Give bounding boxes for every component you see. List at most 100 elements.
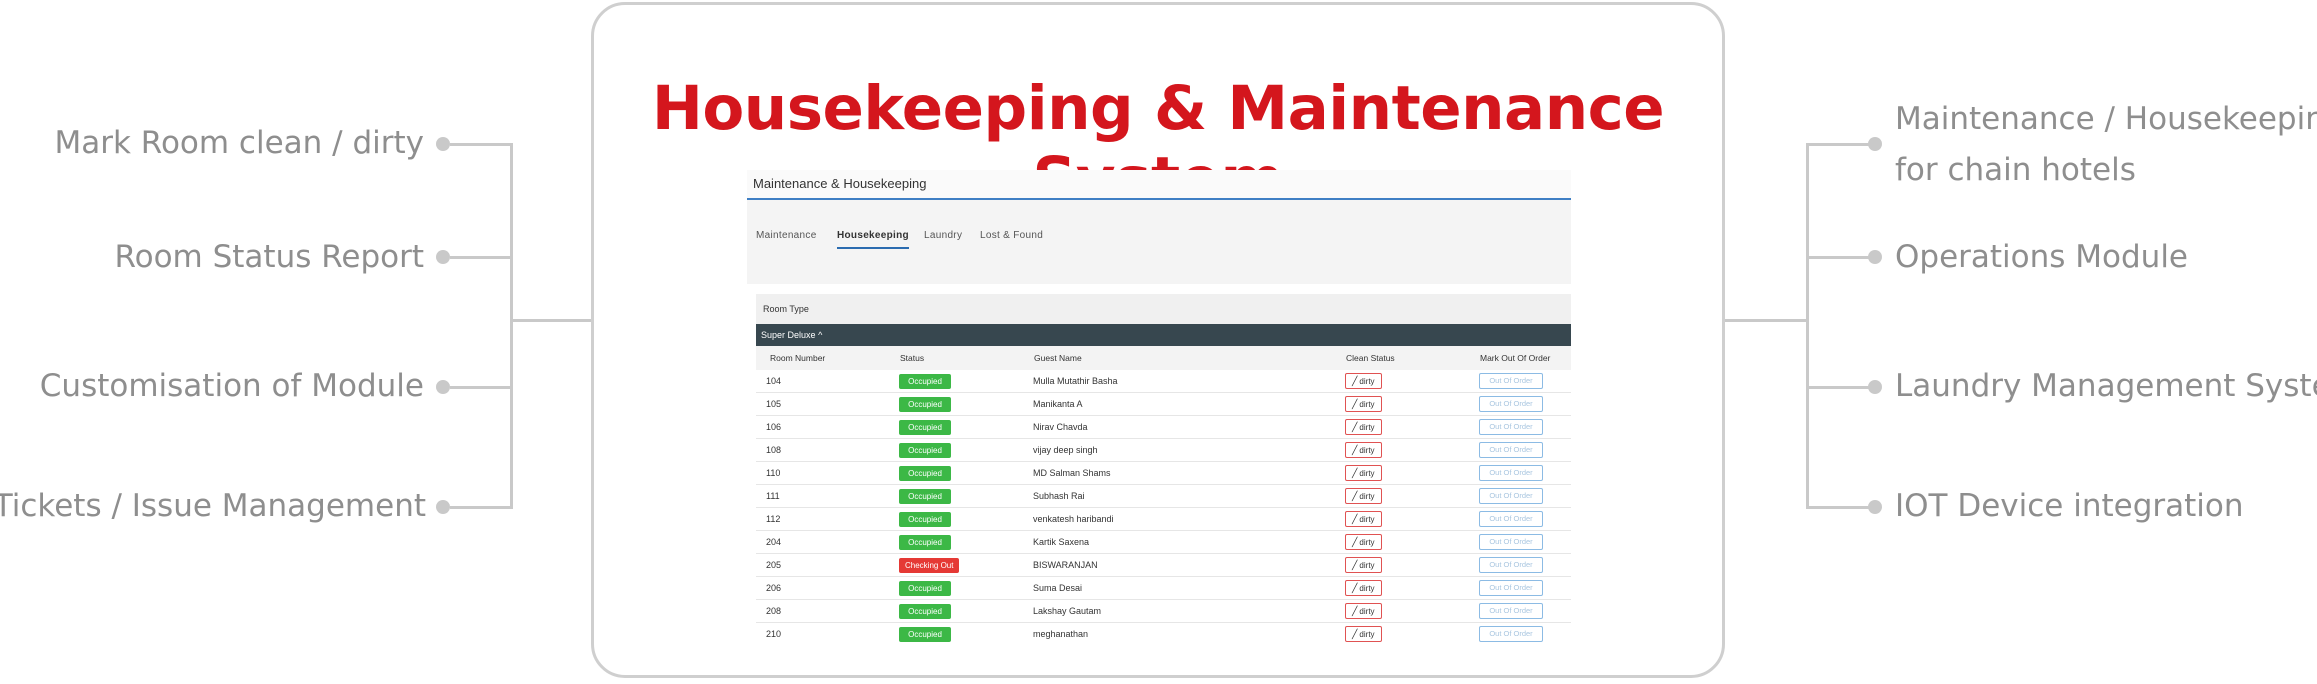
guest-name: Suma Desai — [1033, 576, 1345, 600]
clean-status-button[interactable]: ╱ dirty — [1345, 557, 1382, 573]
feature-chain-hotels-line2: for chain hotels — [1895, 152, 2136, 188]
clean-status-button[interactable]: ╱ dirty — [1345, 465, 1382, 481]
connector-dot — [1868, 137, 1882, 151]
clean-status-label: dirty — [1359, 377, 1375, 386]
clean-status-button[interactable]: ╱ dirty — [1345, 626, 1382, 642]
clean-status-label: dirty — [1359, 561, 1375, 570]
status-badge: Occupied — [899, 488, 951, 504]
broom-icon: ╱ — [1352, 606, 1358, 616]
tab-lost-found[interactable]: Lost & Found — [980, 230, 1043, 241]
out-of-order-button[interactable]: Out Of Order — [1479, 603, 1543, 619]
out-of-order-button[interactable]: Out Of Order — [1479, 396, 1543, 412]
clean-status-button[interactable]: ╱ dirty — [1345, 534, 1382, 550]
tab-housekeeping[interactable]: Housekeeping — [837, 230, 909, 249]
col-room-number: Room Number — [770, 353, 826, 363]
guest-name: Manikanta A — [1033, 392, 1345, 416]
broom-icon: ╱ — [1352, 560, 1358, 570]
table-row: 108 Occupied vijay deep singh ╱ dirty Out Of … — [756, 438, 1571, 462]
connector-line — [1806, 143, 1809, 509]
broom-icon: ╱ — [1352, 445, 1358, 455]
clean-status-button[interactable]: ╱ dirty — [1345, 396, 1382, 412]
col-status: Status — [900, 353, 925, 363]
guest-name: Lakshay Gautam — [1033, 599, 1345, 623]
room-number: 104 — [756, 370, 899, 393]
feature-room-status-report: Room Status Report — [114, 239, 424, 275]
table-row: 105 Occupied Manikanta A ╱ dirty Out Of Order — [756, 392, 1571, 416]
group-label: Super Deluxe — [761, 330, 816, 340]
out-of-order-button[interactable]: Out Of Order — [1479, 534, 1543, 550]
out-of-order-button[interactable]: Out Of Order — [1479, 373, 1543, 389]
out-of-order-button[interactable]: Out Of Order — [1479, 511, 1543, 527]
status-badge: Occupied — [899, 580, 951, 596]
feature-laundry: Laundry Management System — [1895, 368, 2317, 404]
table-row: 106 Occupied Nirav Chavda ╱ dirty Out Of Orde… — [756, 415, 1571, 439]
status-badge: Occupied — [899, 534, 951, 550]
room-number: 208 — [756, 599, 899, 623]
broom-icon: ╱ — [1352, 537, 1358, 547]
clean-status-button[interactable]: ╱ dirty — [1345, 488, 1382, 504]
group-super-deluxe[interactable]: Super Deluxe ^ — [756, 324, 1571, 346]
room-number: 206 — [756, 576, 899, 600]
out-of-order-button[interactable]: Out Of Order — [1479, 419, 1543, 435]
table-row: 204 Occupied Kartik Saxena ╱ dirty Out Of Ord… — [756, 530, 1571, 554]
feature-iot: IOT Device integration — [1895, 488, 2244, 524]
guest-name: Mulla Mutathir Basha — [1033, 370, 1345, 393]
connector-dot — [436, 380, 450, 394]
connector-dot — [436, 137, 450, 151]
clean-status-button[interactable]: ╱ dirty — [1345, 603, 1382, 619]
clean-status-button[interactable]: ╱ dirty — [1345, 442, 1382, 458]
col-clean-status: Clean Status — [1346, 353, 1395, 363]
broom-icon: ╱ — [1352, 422, 1358, 432]
guest-name: meghanathan — [1033, 622, 1345, 644]
col-guest-name: Guest Name — [1034, 353, 1082, 363]
status-badge: Occupied — [899, 419, 951, 435]
tab-laundry[interactable]: Laundry — [924, 230, 962, 241]
clean-status-button[interactable]: ╱ dirty — [1345, 373, 1382, 389]
table-row: 210 Occupied meghanathan ╱ dirty Out Of Order — [756, 622, 1571, 644]
app-title: Maintenance & Housekeeping — [747, 170, 1571, 200]
broom-icon: ╱ — [1352, 514, 1358, 524]
status-badge: Occupied — [899, 511, 951, 527]
out-of-order-button[interactable]: Out Of Order — [1479, 465, 1543, 481]
broom-icon: ╱ — [1352, 491, 1358, 501]
out-of-order-button[interactable]: Out Of Order — [1479, 557, 1543, 573]
connector-line — [450, 506, 512, 509]
out-of-order-button[interactable]: Out Of Order — [1479, 488, 1543, 504]
clean-status-button[interactable]: ╱ dirty — [1345, 419, 1382, 435]
room-number: 210 — [756, 622, 899, 644]
connector-line — [1806, 256, 1870, 259]
clean-status-label: dirty — [1359, 400, 1375, 409]
feature-mark-room: Mark Room clean / dirty — [54, 125, 425, 161]
status-badge: Checking Out — [899, 557, 960, 573]
status-badge: Occupied — [899, 626, 951, 642]
feature-chain-hotels: Maintenance / Housekeeping — [1895, 101, 2317, 137]
out-of-order-button[interactable]: Out Of Order — [1479, 442, 1543, 458]
room-number: 110 — [756, 461, 899, 485]
table-header-row: Room Number Status Guest Name Clean Stat… — [756, 346, 1571, 370]
clean-status-label: dirty — [1359, 446, 1375, 455]
clean-status-button[interactable]: ╱ dirty — [1345, 511, 1382, 527]
clean-status-button[interactable]: ╱ dirty — [1345, 580, 1382, 596]
out-of-order-button[interactable]: Out Of Order — [1479, 626, 1543, 642]
guest-name: vijay deep singh — [1033, 438, 1345, 462]
guest-name: venkatesh haribandi — [1033, 507, 1345, 531]
guest-name: MD Salman Shams — [1033, 461, 1345, 485]
broom-icon: ╱ — [1352, 629, 1358, 639]
feature-customisation: Customisation of Module — [39, 368, 424, 404]
out-of-order-button[interactable]: Out Of Order — [1479, 580, 1543, 596]
chevron-up-icon: ^ — [818, 330, 823, 340]
room-number: 204 — [756, 530, 899, 554]
clean-status-label: dirty — [1359, 469, 1375, 478]
clean-status-label: dirty — [1359, 607, 1375, 616]
table-row: 206 Occupied Suma Desai ╱ dirty Out Of Order — [756, 576, 1571, 600]
connector-line — [1806, 143, 1870, 146]
connector-line — [510, 319, 594, 322]
housekeeping-app-screenshot: Maintenance & Housekeeping Maintenance H… — [747, 170, 1571, 644]
room-number: 112 — [756, 507, 899, 531]
clean-status-label: dirty — [1359, 584, 1375, 593]
connector-line — [450, 256, 512, 259]
clean-status-label: dirty — [1359, 515, 1375, 524]
status-badge: Occupied — [899, 373, 951, 389]
tab-maintenance[interactable]: Maintenance — [756, 230, 817, 241]
col-mark-out-of-order: Mark Out Of Order — [1480, 353, 1551, 363]
